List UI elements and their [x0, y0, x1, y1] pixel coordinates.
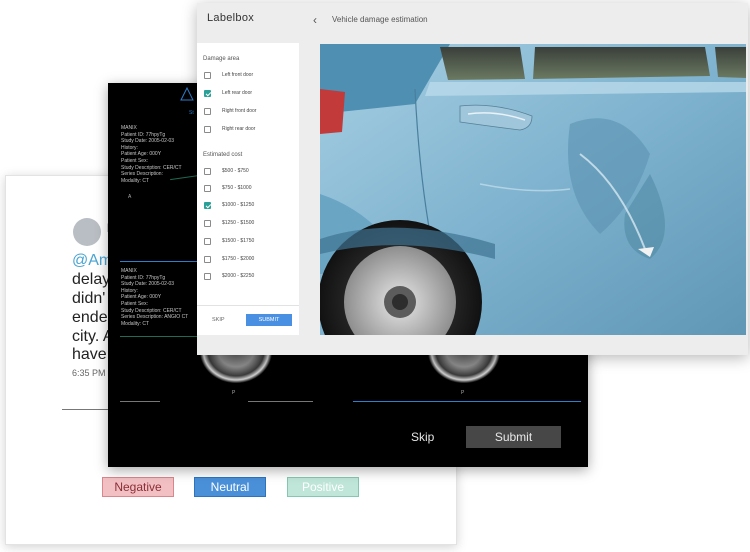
page-title: Vehicle damage estimation — [332, 15, 428, 24]
meta-line: Modality: CT — [121, 320, 150, 327]
meta-line: Study Description: CER/CT — [121, 164, 182, 171]
checkbox-checked-icon[interactable] — [204, 90, 211, 97]
divider — [197, 305, 299, 306]
checkbox-label: Left rear door — [222, 90, 253, 96]
checkbox-icon[interactable] — [204, 256, 211, 263]
damage-area-heading: Damage area — [203, 56, 240, 62]
meta-line: Patient Sex: — [121, 157, 148, 164]
back-chevron-icon[interactable]: ‹ — [313, 13, 317, 27]
checkbox-label: $1750 - $2000 — [222, 256, 255, 262]
viewer-crosshair — [248, 401, 313, 402]
tweet-mention[interactable]: @Am — [72, 252, 112, 270]
meta-line: Series Description: ANGIO CT — [121, 314, 189, 321]
meta-line: Study Date: 2005-02-03 — [121, 281, 175, 288]
checkbox-icon[interactable] — [204, 238, 211, 245]
checkbox-checked-icon[interactable] — [204, 202, 211, 209]
tweet-timestamp: 6:35 PM - — [72, 368, 112, 378]
tweet-text-line: have — [72, 346, 107, 363]
negative-button[interactable]: Negative — [102, 477, 174, 497]
meta-line: Study Date: 2005-02-03 — [121, 138, 175, 145]
submit-button[interactable]: SUBMIT — [246, 314, 292, 326]
checkbox-label: Right front door — [222, 108, 257, 114]
viewer-crosshair — [120, 401, 160, 402]
meta-line: Patient ID: 77hpyTg — [121, 274, 166, 281]
checkbox-icon[interactable] — [204, 185, 211, 192]
positive-button[interactable]: Positive — [287, 477, 359, 497]
orientation-label: A — [128, 194, 132, 200]
meta-line: History: — [121, 144, 138, 151]
checkbox-label: $1000 - $1250 — [222, 202, 255, 208]
checkbox-icon[interactable] — [204, 126, 211, 133]
study-tab-label[interactable]: St — [189, 110, 194, 116]
study-tab-icon[interactable] — [178, 83, 196, 103]
meta-line: Patient ID: 77hpyTg — [121, 131, 166, 138]
orientation-label: P — [461, 390, 465, 396]
avatar — [73, 218, 101, 246]
meta-line: Patient Sex: — [121, 300, 148, 307]
checkbox-label: $1250 - $1500 — [222, 220, 255, 226]
labelbox-logo: Labelbox — [207, 12, 255, 24]
checkbox-label: $750 - $1000 — [222, 185, 252, 191]
checkbox-icon[interactable] — [204, 168, 211, 175]
meta-line: MANIX — [121, 125, 137, 131]
checkbox-label: Right rear door — [222, 126, 256, 132]
neutral-button[interactable]: Neutral — [194, 477, 266, 497]
checkbox-label: $500 - $750 — [222, 168, 249, 174]
checkbox-icon[interactable] — [204, 72, 211, 79]
tweet-text-line: delay — [72, 271, 111, 288]
estimated-cost-heading: Estimated cost — [203, 152, 243, 158]
labelbox-card: Labelbox ‹ Vehicle damage estimation Dam… — [197, 3, 748, 355]
meta-line: Series Description: — [121, 171, 163, 178]
checkbox-label: $1500 - $1750 — [222, 238, 255, 244]
checkbox-icon[interactable] — [204, 273, 211, 280]
checkbox-label: $2000 - $2250 — [222, 273, 255, 279]
tweet-text-line: ende — [72, 309, 108, 326]
meta-line: Study Description: CER/CT — [121, 307, 182, 314]
checkbox-icon[interactable] — [204, 108, 211, 115]
skip-button[interactable]: SKIP — [212, 317, 225, 323]
dicom-metadata-top: MANIX Patient ID: 77hpyTg Study Date: 20… — [121, 125, 182, 184]
meta-line: MANIX — [121, 268, 137, 274]
orientation-label: P — [232, 390, 236, 396]
viewer-border — [353, 401, 581, 402]
viewer-border — [120, 261, 200, 262]
label-sidebar: Damage area Left front door Left rear do… — [197, 43, 299, 335]
skip-button[interactable]: Skip — [411, 430, 434, 444]
viewer-crosshair — [120, 336, 200, 337]
checkbox-label: Left front door — [222, 72, 254, 78]
meta-line: Patient Age: 000Y — [121, 151, 162, 158]
meta-line: Patient Age: 000Y — [121, 294, 162, 301]
tweet-text-line: didn' — [72, 290, 106, 307]
vehicle-damage-photo[interactable] — [320, 44, 746, 335]
dicom-metadata-bottom: MANIX Patient ID: 77hpyTg Study Date: 20… — [121, 268, 188, 327]
submit-button[interactable]: Submit — [466, 426, 561, 448]
checkbox-icon[interactable] — [204, 220, 211, 227]
meta-line: History: — [121, 287, 138, 294]
